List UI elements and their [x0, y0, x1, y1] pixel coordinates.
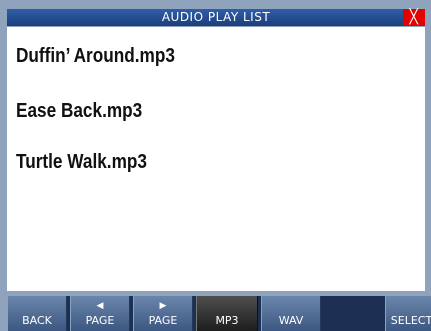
close-icon: ╳	[409, 9, 419, 25]
page-next-label: PAGE	[148, 314, 178, 327]
close-button[interactable]: ╳	[403, 9, 425, 26]
list-item[interactable]: Turtle Walk.mp3	[16, 151, 147, 174]
audio-play-list-window: AUDIO PLAY LIST ╳ Duffin’ Around.mp3 Eas…	[0, 0, 431, 331]
arrow-right-icon: ▶	[159, 301, 167, 311]
list-item[interactable]: Duffin’ Around.mp3	[16, 45, 175, 68]
list-item[interactable]: Ease Back.mp3	[16, 100, 142, 123]
wav-tab-button[interactable]: WAV	[261, 296, 321, 331]
function-button-bar: BACK ◀ PAGE ▶ PAGE MP3 WAV SELECT	[7, 296, 431, 331]
playlist: Duffin’ Around.mp3 Ease Back.mp3 Turtle …	[7, 27, 425, 291]
mp3-label: MP3	[215, 314, 239, 327]
window-title: AUDIO PLAY LIST	[161, 10, 271, 24]
page-previous-button[interactable]: ◀ PAGE	[70, 296, 130, 331]
back-button-label: BACK	[22, 314, 52, 327]
arrow-left-icon: ◀	[96, 301, 104, 311]
wav-label: WAV	[278, 314, 304, 327]
select-button[interactable]: SELECT	[385, 296, 431, 331]
mp3-tab-button[interactable]: MP3	[196, 296, 258, 331]
page-previous-label: PAGE	[85, 314, 115, 327]
select-label: SELECT	[390, 314, 431, 327]
back-button[interactable]: BACK	[7, 296, 67, 331]
title-bar: AUDIO PLAY LIST ╳	[7, 9, 425, 26]
page-next-button[interactable]: ▶ PAGE	[133, 296, 193, 331]
